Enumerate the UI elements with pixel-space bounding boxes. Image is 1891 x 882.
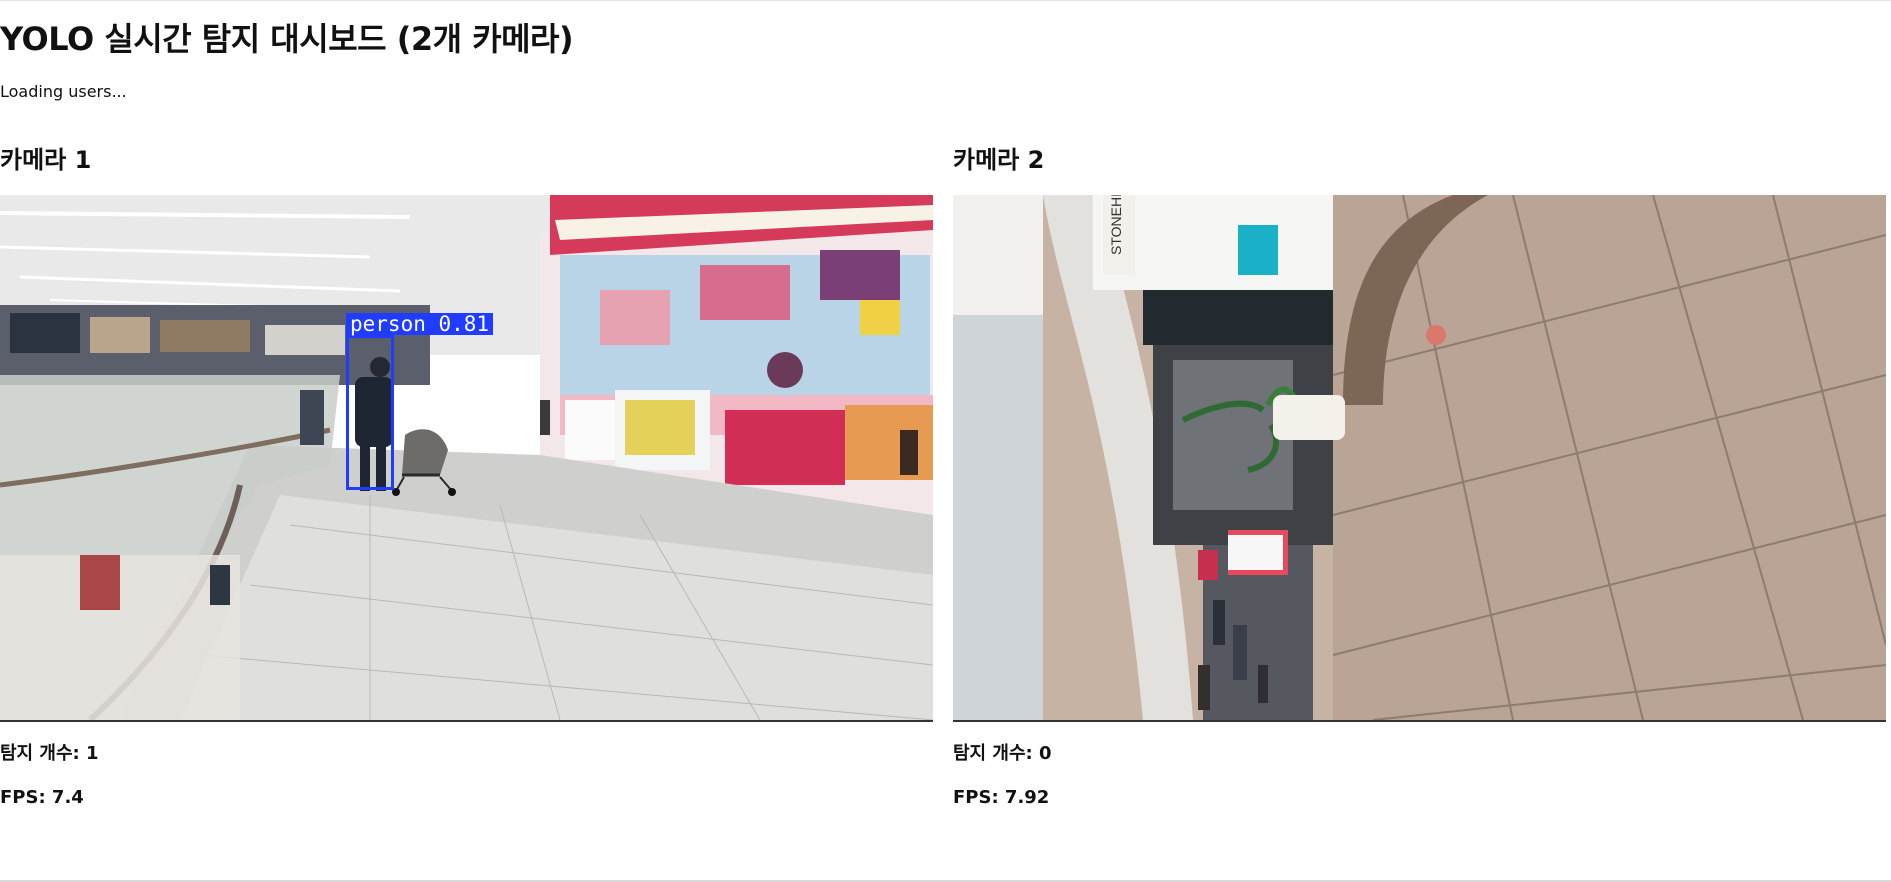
camera-feed-1: person 0.81 <box>0 195 933 722</box>
camera-title-1: 카메라 1 <box>0 146 92 174</box>
camera-feed-2: STONEHILL <box>953 195 1886 722</box>
loading-status: Loading users... <box>0 82 127 101</box>
detection-label: person 0.81 <box>346 313 494 335</box>
camera-image-2: STONEHILL <box>953 195 1886 720</box>
detection-box <box>346 335 394 490</box>
camera-panel-1: 카메라 1 person 0.81 탐지 개수: 1 FPS: 7.4 <box>0 141 933 808</box>
detection-count-1: 탐지 개수: 1 <box>0 743 99 764</box>
page-title: YOLO 실시간 탐지 대시보드 (2개 카메라) <box>0 20 574 58</box>
fps-readout-1: FPS: 7.4 <box>0 787 84 808</box>
detection-count-2: 탐지 개수: 0 <box>953 743 1052 764</box>
store-sign-text: STONEHILL <box>1108 195 1124 255</box>
camera-image-1 <box>0 195 933 720</box>
dashboard-page: YOLO 실시간 탐지 대시보드 (2개 카메라) Loading users.… <box>0 0 1891 882</box>
camera-panel-2: 카메라 2 STONEHILL 탐지 개수: 0 FPS: 7.92 <box>953 141 1886 808</box>
camera-title-2: 카메라 2 <box>953 146 1045 174</box>
fps-readout-2: FPS: 7.92 <box>953 787 1050 808</box>
